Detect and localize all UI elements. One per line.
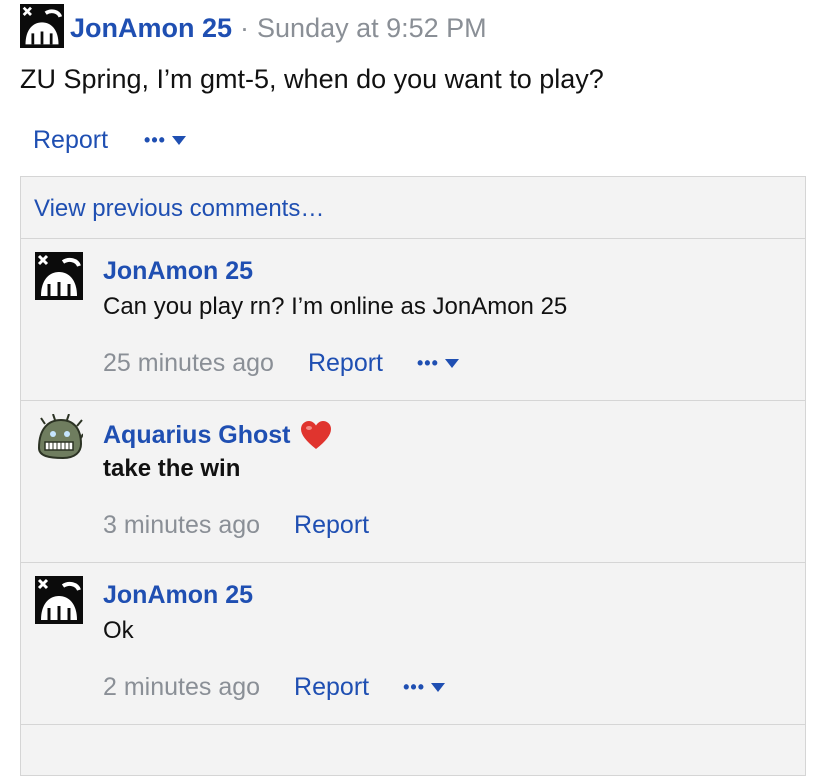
comment-author-link[interactable]: JonAmon 25 bbox=[103, 257, 253, 286]
author-avatar[interactable] bbox=[20, 4, 64, 48]
heart-icon bbox=[300, 421, 331, 449]
caret-down-icon bbox=[171, 135, 186, 145]
caret-down-icon bbox=[431, 682, 445, 692]
post-author-link[interactable]: JonAmon 25 bbox=[70, 13, 232, 44]
divider bbox=[21, 724, 805, 725]
comment-author-link[interactable]: JonAmon 25 bbox=[103, 581, 253, 610]
ghost-avatar-icon bbox=[35, 414, 83, 462]
comment-item: JonAmon 25 Can you play rn? I’m online a… bbox=[21, 239, 805, 401]
comment-author-link[interactable]: Aquarius Ghost bbox=[103, 421, 291, 450]
skull-avatar-icon bbox=[35, 252, 83, 300]
comment-avatar[interactable] bbox=[35, 252, 83, 300]
post-report-link[interactable]: Report bbox=[33, 126, 108, 155]
comment-item: Aquarius Ghost take the win 3 minutes ag… bbox=[21, 401, 805, 563]
comment-text: Can you play rn? I’m online as JonAmon 2… bbox=[103, 293, 568, 320]
comment-text: Ok bbox=[103, 617, 134, 644]
comment-item: JonAmon 25 Ok 2 minutes ago Report ••• bbox=[21, 563, 805, 725]
caret-down-icon bbox=[444, 358, 459, 368]
comment-text: take the win bbox=[103, 455, 241, 482]
comment-author: JonAmon 25 bbox=[103, 581, 253, 610]
more-dots-icon: ••• bbox=[403, 677, 425, 697]
comment-time[interactable]: 25 minutes ago bbox=[103, 349, 274, 378]
post-actions: Report ••• bbox=[33, 124, 186, 156]
skull-avatar-icon bbox=[20, 4, 64, 48]
comment-report-link[interactable]: Report bbox=[294, 673, 369, 702]
comment-more-menu[interactable]: ••• bbox=[417, 354, 459, 372]
comment-author: Aquarius Ghost bbox=[103, 419, 333, 451]
comments-panel: View previous comments… JonAmon 25 Can y… bbox=[20, 176, 806, 776]
post-timestamp[interactable]: Sunday at 9:52 PM bbox=[257, 13, 487, 44]
comment-time[interactable]: 3 minutes ago bbox=[103, 511, 260, 540]
comment-meta: 3 minutes ago Report bbox=[103, 509, 369, 541]
comment-more-menu[interactable]: ••• bbox=[403, 678, 445, 696]
comment-report-link[interactable]: Report bbox=[308, 349, 383, 378]
header-separator: · bbox=[240, 12, 250, 43]
comment-time[interactable]: 2 minutes ago bbox=[103, 673, 260, 702]
comment-avatar[interactable] bbox=[35, 576, 83, 624]
post-header: JonAmon 25 · Sunday at 9:52 PM bbox=[70, 8, 487, 48]
comment-author: JonAmon 25 bbox=[103, 257, 253, 286]
post-more-menu[interactable]: ••• bbox=[144, 131, 186, 149]
more-dots-icon: ••• bbox=[417, 353, 439, 373]
post-text: ZU Spring, I’m gmt-5, when do you want t… bbox=[20, 64, 604, 94]
more-dots-icon: ••• bbox=[144, 130, 166, 150]
comment-meta: 25 minutes ago Report ••• bbox=[103, 347, 459, 379]
comment-avatar[interactable] bbox=[35, 414, 83, 462]
view-previous-comments-link[interactable]: View previous comments… bbox=[34, 195, 324, 223]
comment-report-link[interactable]: Report bbox=[294, 511, 369, 540]
comment-meta: 2 minutes ago Report ••• bbox=[103, 671, 445, 703]
skull-avatar-icon bbox=[35, 576, 83, 624]
